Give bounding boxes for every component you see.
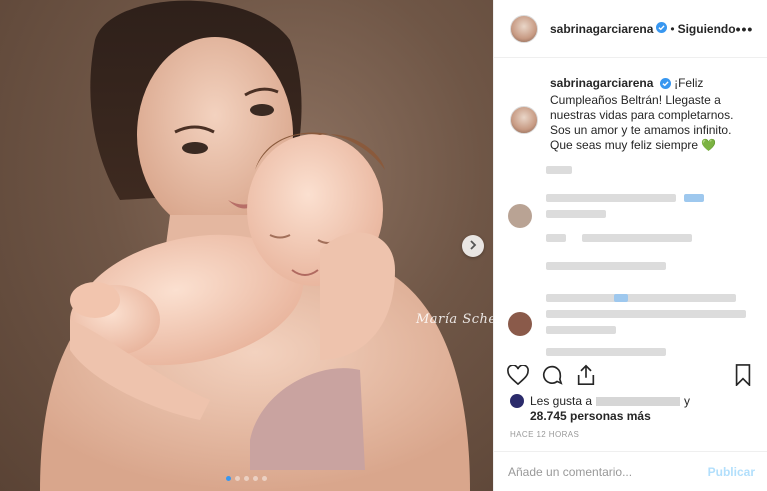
carousel-indicator <box>0 476 493 481</box>
carousel-dot <box>262 476 267 481</box>
caption-text-block: sabrinagarciarena ¡Feliz Cumpleaños Belt… <box>550 76 753 153</box>
blurred-text <box>546 348 666 356</box>
comment-button[interactable] <box>540 363 564 387</box>
post-side-panel: sabrinagarciarena • Siguiendo ••• sabrin… <box>493 0 767 491</box>
carousel-dot <box>244 476 249 481</box>
blurred-text <box>546 194 676 202</box>
likes-connector: y <box>684 394 691 408</box>
blurred-liker-name <box>596 397 681 406</box>
share-button[interactable] <box>574 363 598 387</box>
comment-input[interactable] <box>508 464 708 479</box>
header-separator: • <box>670 21 675 36</box>
blurred-text <box>684 194 704 202</box>
blurred-text <box>546 262 666 270</box>
post-image[interactable]: María Schef <box>0 0 493 491</box>
liker-avatar <box>510 394 524 408</box>
blurred-text <box>546 310 746 318</box>
bookmark-icon <box>735 364 751 386</box>
chevron-right-icon <box>468 237 478 255</box>
watermark: María Schef <box>416 312 493 327</box>
post-timestamp: HACE 12 HORAS <box>510 430 580 439</box>
add-comment-bar: Publicar <box>494 451 767 491</box>
likes-summary[interactable]: Les gusta a y 28.745 personas más <box>510 394 753 424</box>
likes-count[interactable]: 28.745 personas más <box>510 409 753 424</box>
following-button[interactable]: Siguiendo <box>678 22 736 36</box>
publish-button[interactable]: Publicar <box>708 465 755 479</box>
blurred-text <box>546 234 566 242</box>
more-options-button[interactable]: ••• <box>736 21 754 37</box>
comments-list <box>494 160 767 356</box>
save-button[interactable] <box>731 363 755 387</box>
comment-icon <box>542 365 563 385</box>
blurred-text <box>614 294 628 302</box>
photo-illustration <box>40 0 470 491</box>
post-actions <box>506 358 755 392</box>
commenter-avatar <box>508 312 532 336</box>
avatar[interactable] <box>510 14 538 43</box>
blurred-text <box>546 294 736 302</box>
blurred-text <box>546 210 606 218</box>
green-heart-emoji: 💚 <box>701 138 717 152</box>
likes-prefix: Les gusta a <box>530 394 593 408</box>
blurred-text <box>582 234 692 242</box>
verified-icon <box>659 78 671 93</box>
commenter-avatar <box>508 204 532 228</box>
carousel-dot <box>253 476 258 481</box>
carousel-dot <box>226 476 231 481</box>
blurred-text <box>546 166 572 174</box>
carousel-dot <box>235 476 240 481</box>
verified-icon <box>656 20 668 38</box>
post-header: sabrinagarciarena • Siguiendo ••• <box>494 0 767 58</box>
avatar[interactable] <box>510 106 538 134</box>
header-username[interactable]: sabrinagarciarena <box>550 22 653 36</box>
like-button[interactable] <box>506 363 530 387</box>
post-caption: sabrinagarciarena ¡Feliz Cumpleaños Belt… <box>494 58 767 153</box>
share-icon <box>577 364 595 385</box>
blurred-text <box>546 326 616 334</box>
heart-icon <box>507 365 529 385</box>
next-image-button[interactable] <box>462 235 484 257</box>
caption-username[interactable]: sabrinagarciarena <box>550 76 653 90</box>
